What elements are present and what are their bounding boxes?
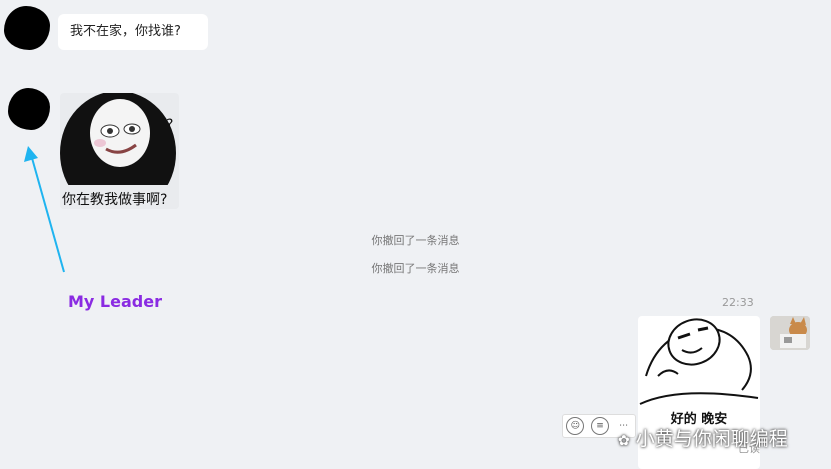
arrow-icon [24,146,65,273]
emoji-icon[interactable]: ☺ [566,417,585,435]
annotation-label: My Leader [68,292,162,311]
incoming-message-bubble[interactable]: 我不在家，你找谁? [58,14,208,50]
message-timestamp: 22:33 [722,296,754,309]
wechat-icon: ✿ [618,433,630,449]
sticker-question-mark: ? [166,117,174,133]
recall-notice: 你撤回了一条消息 [371,262,460,275]
watermark-text: 小黄与你闲聊编程 [635,428,788,450]
watermark: ✿ 小黄与你闲聊编程 [618,424,788,451]
cat-icon [770,316,810,350]
censored-avatar[interactable] [4,6,50,50]
user-avatar[interactable] [770,316,810,350]
comment-icon[interactable]: ≡ [590,417,609,435]
recall-notice: 你撤回了一条消息 [371,234,460,247]
censored-avatar[interactable] [8,88,50,130]
